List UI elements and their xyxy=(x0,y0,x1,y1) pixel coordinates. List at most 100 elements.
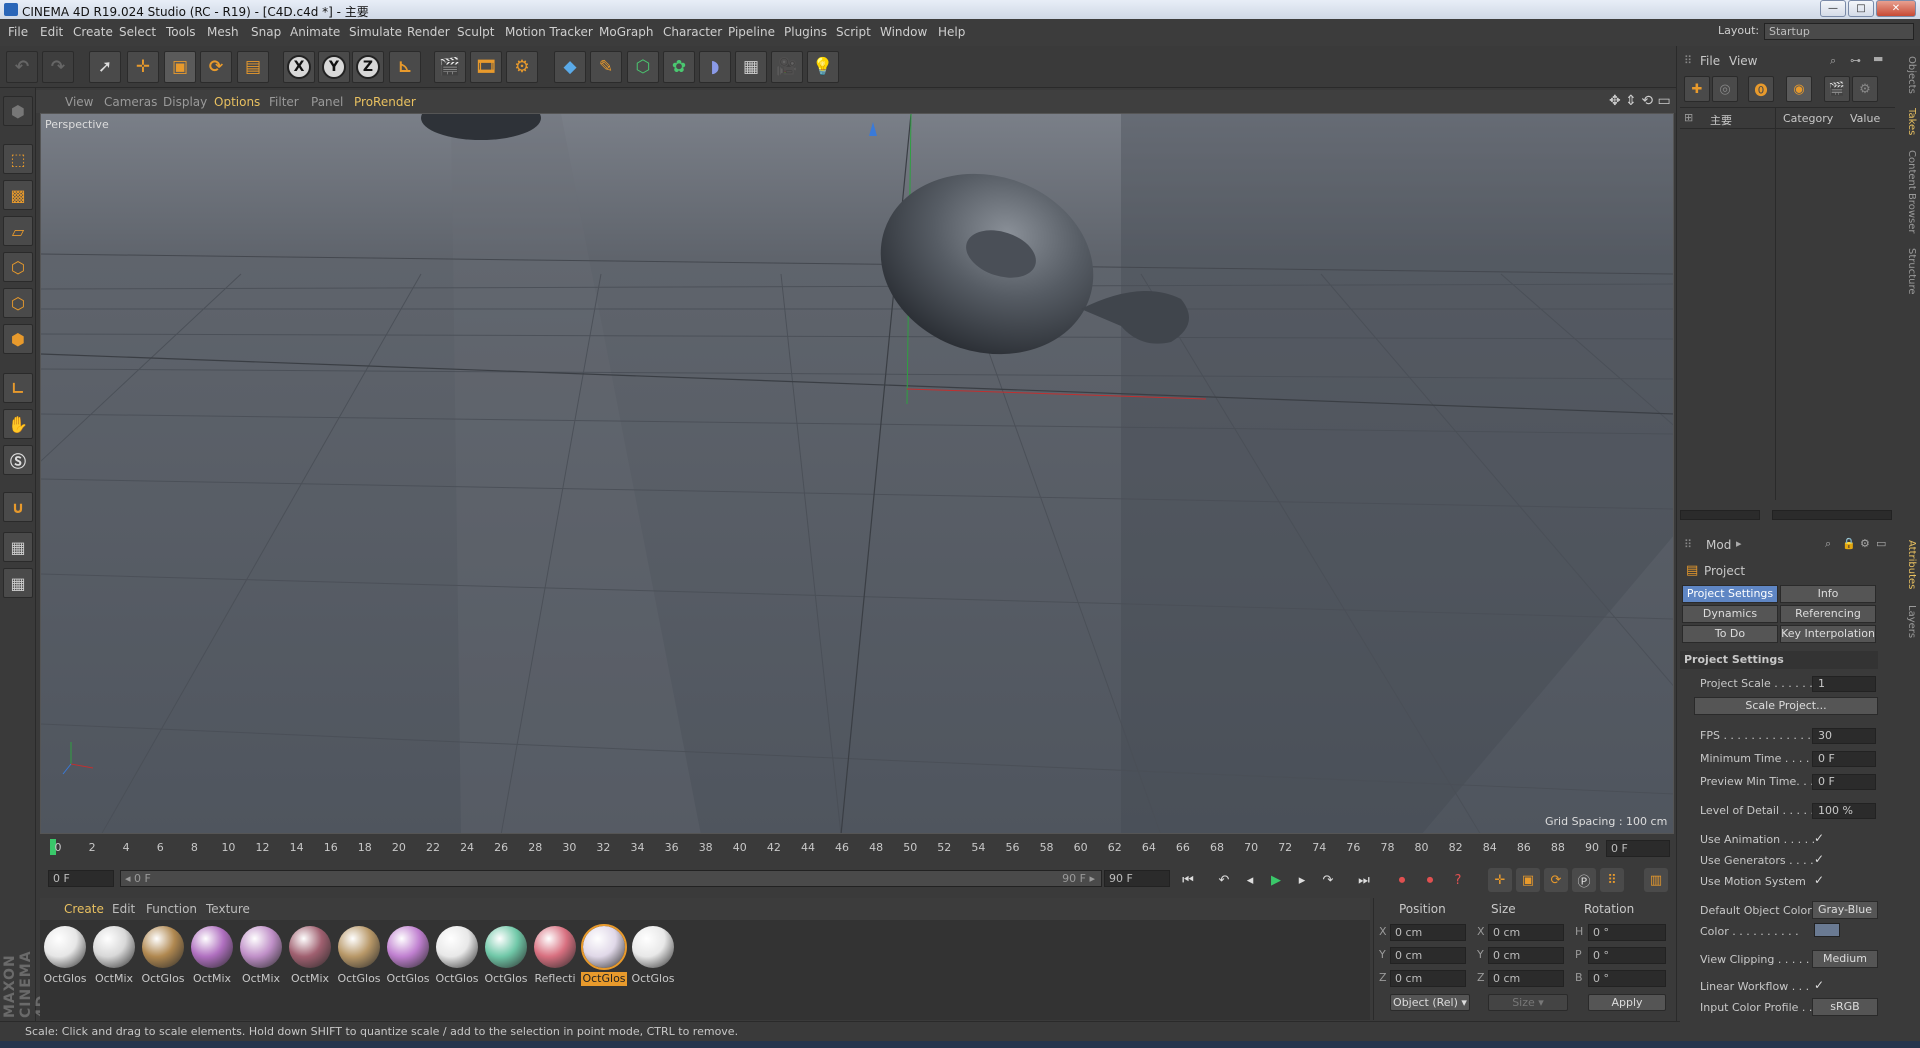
undo-button[interactable]: ↶ xyxy=(6,51,38,83)
scale-project-button[interactable]: Scale Project... xyxy=(1694,697,1878,715)
timeline-window-button[interactable]: ▥ xyxy=(1644,868,1668,892)
tab-to-do[interactable]: To Do xyxy=(1682,625,1778,643)
key-rotation-button[interactable]: ⟳ xyxy=(1544,868,1568,892)
attr-menu-arrow-icon[interactable]: ▸ xyxy=(1736,537,1742,550)
workplane-axis-button[interactable]: ▦ xyxy=(3,568,33,598)
minimize-button[interactable]: — xyxy=(1820,0,1846,17)
solo-button[interactable]: Ⓢ xyxy=(3,445,33,475)
texture-mode-button[interactable]: ▩ xyxy=(3,180,33,210)
perspective-viewport[interactable] xyxy=(40,113,1674,834)
viewport-nav-icons[interactable]: ✥ ⇕ ⟲ ▭ xyxy=(1609,93,1671,109)
menu-help[interactable]: Help xyxy=(938,25,965,39)
level-of-detail-field[interactable]: 100 % xyxy=(1812,803,1876,819)
current-frame-field[interactable]: 0 F xyxy=(1606,840,1670,857)
scale-button[interactable]: ▣ xyxy=(164,51,196,83)
edit-render-settings-button[interactable]: ⚙ xyxy=(506,51,538,83)
make-editable-button[interactable]: ⬢ xyxy=(3,96,33,126)
close-button[interactable]: ✕ xyxy=(1876,0,1916,17)
menu-select[interactable]: Select xyxy=(119,25,156,39)
size-x-field[interactable]: 0 cm xyxy=(1488,924,1564,941)
play-button[interactable]: ▶ xyxy=(1264,868,1288,892)
polygons-mode-button[interactable]: ⬢ xyxy=(3,324,33,354)
linear-workflow-checkbox[interactable]: ✓ xyxy=(1814,978,1824,992)
material-menu-edit[interactable]: Edit xyxy=(112,902,135,916)
side-tab-content-browser[interactable]: Content Browser xyxy=(1903,150,1917,233)
panel-menu-icon[interactable]: ▬ xyxy=(1873,52,1883,65)
previous-key-button[interactable]: ↶ xyxy=(1212,868,1236,892)
deformer-button[interactable]: ◗ xyxy=(699,51,731,83)
light-button[interactable]: 💡 xyxy=(807,51,839,83)
material-swatch[interactable]: OctGlos xyxy=(140,924,186,986)
take-root-label[interactable]: 主要 xyxy=(1710,112,1732,128)
material-menu-function[interactable]: Function xyxy=(146,902,197,916)
material-swatch[interactable]: OctGlos xyxy=(336,924,382,986)
tab-info[interactable]: Info xyxy=(1780,585,1876,603)
cube-button[interactable]: ◆ xyxy=(554,51,586,83)
material-swatch[interactable]: OctGlos xyxy=(385,924,431,986)
takes-scrollbar-right[interactable] xyxy=(1772,510,1892,520)
material-swatch[interactable]: OctGlos xyxy=(483,924,529,986)
next-frame-button[interactable]: ▸ xyxy=(1290,868,1314,892)
menu-window[interactable]: Window xyxy=(880,25,927,39)
menu-character[interactable]: Character xyxy=(663,25,722,39)
takes-scrollbar-left[interactable] xyxy=(1680,510,1760,520)
menu-tools[interactable]: Tools xyxy=(166,25,196,39)
key-position-button[interactable]: ✛ xyxy=(1488,868,1512,892)
input-color-profile-dropdown[interactable]: sRGB xyxy=(1812,998,1878,1016)
attr-search-icon[interactable]: ⌕ xyxy=(1825,537,1831,551)
tab-project-settings[interactable]: Project Settings xyxy=(1682,585,1778,603)
tab-dynamics[interactable]: Dynamics xyxy=(1682,605,1778,623)
material-swatch[interactable]: OctMix xyxy=(91,924,137,986)
pos-z-field[interactable]: 0 cm xyxy=(1390,970,1466,987)
material-swatch[interactable]: OctMix xyxy=(238,924,284,986)
material-menu-create[interactable]: Create xyxy=(64,902,104,916)
menu-mesh[interactable]: Mesh xyxy=(207,25,239,39)
size-mode-dropdown[interactable]: Size ▾ xyxy=(1488,994,1568,1011)
menu-script[interactable]: Script xyxy=(836,25,871,39)
attr-settings-icon[interactable]: ⚙ xyxy=(1860,537,1870,550)
viewport-menu-cameras[interactable]: Cameras xyxy=(104,95,157,109)
tab-referencing[interactable]: Referencing xyxy=(1780,605,1876,623)
menu-file[interactable]: File xyxy=(8,25,28,39)
use-generators-checkbox[interactable]: ✓ xyxy=(1814,852,1824,866)
menu-motion-tracker[interactable]: Motion Tracker xyxy=(505,25,593,39)
view-clipping-dropdown[interactable]: Medium xyxy=(1812,950,1878,968)
side-tab-attributes[interactable]: Attributes xyxy=(1903,540,1917,589)
x-axis-button[interactable]: X xyxy=(283,51,315,83)
rot-p-field[interactable]: 0 ° xyxy=(1588,947,1666,964)
pos-x-field[interactable]: 0 cm xyxy=(1390,924,1466,941)
take-overrides-button[interactable]: ◎ xyxy=(1712,76,1738,102)
render-view-button[interactable]: 🎬 xyxy=(434,51,466,83)
next-key-button[interactable]: ↷ xyxy=(1316,868,1340,892)
viewport-menu-options[interactable]: Options xyxy=(214,95,260,109)
default-object-color-dropdown[interactable]: Gray-Blue xyxy=(1812,901,1878,919)
takes-expand-icon[interactable]: ⊞ xyxy=(1684,111,1693,124)
render-take-button[interactable]: 🎬 xyxy=(1824,76,1850,102)
material-swatch[interactable]: OctMix xyxy=(287,924,333,986)
frame-range-slider[interactable]: ◂ 0 F 90 F ▸ xyxy=(120,870,1102,887)
end-frame-field[interactable]: 90 F xyxy=(1104,870,1170,887)
color-swatch[interactable] xyxy=(1814,923,1840,937)
preview-min-time-field[interactable]: 0 F xyxy=(1812,774,1876,790)
rot-b-field[interactable]: 0 ° xyxy=(1588,970,1666,987)
layout-dropdown[interactable]: Startup xyxy=(1764,23,1914,40)
viewport-menu-display[interactable]: Display xyxy=(163,95,207,109)
viewport-menu-view[interactable]: View xyxy=(65,95,93,109)
object-menu-file[interactable]: File xyxy=(1700,54,1720,68)
viewport-menu-panel[interactable]: Panel xyxy=(311,95,343,109)
workplane-mode-button[interactable]: ▱ xyxy=(3,216,33,246)
size-y-field[interactable]: 0 cm xyxy=(1488,947,1564,964)
tab-key-interpolation[interactable]: Key Interpolation xyxy=(1780,625,1876,643)
viewport-menu-filter[interactable]: Filter xyxy=(269,95,299,109)
apply-button[interactable]: Apply xyxy=(1588,994,1666,1011)
menu-create[interactable]: Create xyxy=(73,25,113,39)
side-tab-takes[interactable]: Takes xyxy=(1903,108,1917,135)
menu-sculpt[interactable]: Sculpt xyxy=(457,25,494,39)
pos-y-field[interactable]: 0 cm xyxy=(1390,947,1466,964)
fps-field[interactable]: 30 xyxy=(1812,728,1876,744)
take-settings-button[interactable]: ⚙ xyxy=(1852,76,1878,102)
menu-edit[interactable]: Edit xyxy=(40,25,63,39)
material-menu-texture[interactable]: Texture xyxy=(206,902,250,916)
side-tab-structure[interactable]: Structure xyxy=(1903,248,1917,295)
material-swatch[interactable]: OctGlos xyxy=(42,924,88,986)
